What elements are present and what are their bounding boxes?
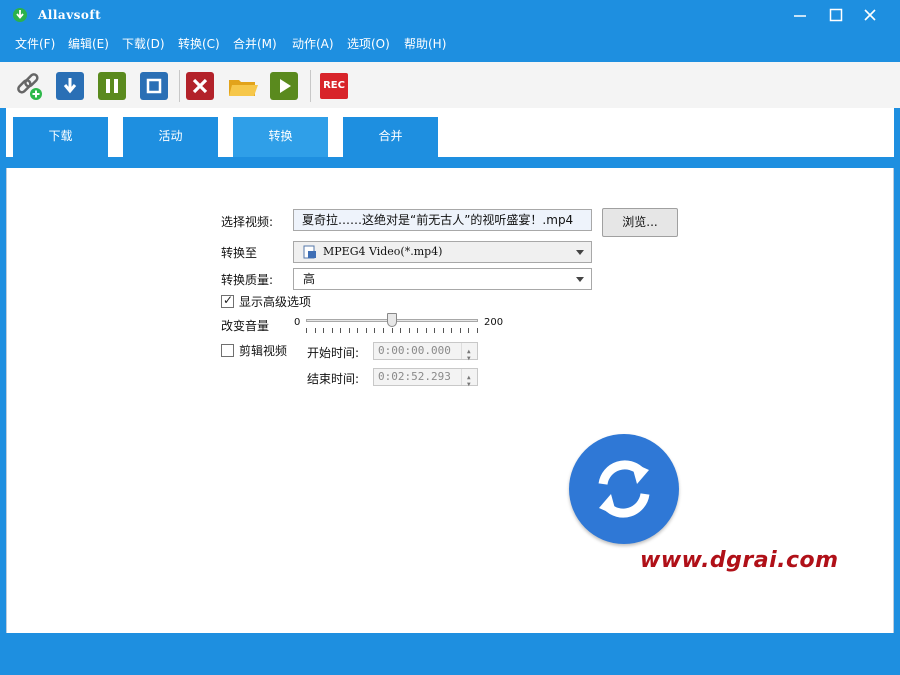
slider-tick — [315, 328, 316, 333]
maximize-button[interactable] — [824, 4, 848, 26]
toolbar-separator — [179, 70, 180, 102]
tab-merge[interactable]: 合并 — [343, 117, 438, 157]
slider-tick — [306, 328, 307, 333]
slider-tick — [357, 328, 358, 333]
record-button[interactable]: REC — [320, 73, 348, 99]
end-time-label: 结束时间: — [307, 372, 360, 386]
download-button[interactable] — [56, 72, 84, 100]
refresh-icon — [598, 460, 650, 518]
stop-button[interactable] — [140, 72, 168, 100]
convert-to-value: MPEG4 Video(*.mp4) — [323, 245, 443, 258]
link-add-icon — [17, 73, 42, 100]
menu-options[interactable]: 选项(O) — [347, 35, 390, 52]
slider-tick — [426, 328, 427, 333]
slider-tick — [409, 328, 410, 333]
pause-button[interactable] — [98, 72, 126, 100]
play-icon — [280, 79, 291, 93]
slider-tick — [392, 328, 393, 333]
chevron-down-icon — [576, 250, 584, 255]
slider-tick — [477, 328, 478, 333]
delete-icon — [192, 78, 208, 94]
menu-file[interactable]: 文件(F) — [15, 35, 55, 52]
add-link-button[interactable] — [14, 72, 42, 100]
pause-icon — [106, 79, 118, 93]
menu-merge[interactable]: 合并(M) — [233, 35, 277, 52]
quality-label: 转换质量: — [221, 273, 274, 287]
slider-tick — [434, 328, 435, 333]
select-video-field[interactable]: 夏奇拉……这绝对是“前无古人”的视听盛宴！.mp4 — [293, 209, 592, 231]
maximize-icon — [829, 8, 843, 22]
spin-buttons[interactable]: ▲ ▼ — [461, 369, 477, 388]
slider-tick — [400, 328, 401, 333]
end-time-input[interactable]: 0:02:52.293 ▲ ▼ — [373, 368, 478, 388]
slider-tick — [366, 328, 367, 333]
slider-ticks — [306, 328, 478, 333]
close-icon — [864, 9, 876, 21]
slider-tick — [383, 328, 384, 333]
delete-button[interactable] — [186, 72, 214, 100]
convert-to-label: 转换至 — [221, 246, 258, 260]
end-time-value: 0:02:52.293 — [378, 370, 451, 383]
menu-action[interactable]: 动作(A) — [292, 35, 334, 52]
app-download-icon — [13, 8, 27, 22]
menu-bar: 文件(F) 编辑(E) 下载(D) 转换(C) 合并(M) 动作(A) 选项(O… — [0, 30, 900, 56]
minimize-icon — [794, 15, 806, 17]
tab-underline — [6, 157, 894, 168]
slider-tick — [340, 328, 341, 333]
quality-select[interactable]: 高 — [293, 268, 592, 290]
window-title: Allavsoft — [38, 8, 102, 22]
slider-tick — [349, 328, 350, 333]
minimize-button[interactable] — [788, 4, 812, 26]
slider-tick — [460, 328, 461, 333]
slider-tick — [451, 328, 452, 333]
play-button[interactable] — [270, 72, 298, 100]
slider-tick — [443, 328, 444, 333]
menu-download[interactable]: 下载(D) — [122, 35, 165, 52]
browse-button[interactable]: 浏览... — [602, 208, 678, 237]
stop-icon — [146, 78, 162, 94]
tab-bar: 下载 活动 转换 合并 — [6, 108, 894, 168]
tab-convert[interactable]: 转换 — [233, 117, 328, 157]
slider-thumb[interactable] — [387, 313, 397, 327]
slider-tick — [332, 328, 333, 333]
menu-help[interactable]: 帮助(H) — [404, 35, 446, 52]
open-folder-button[interactable] — [228, 72, 258, 100]
close-button[interactable] — [858, 4, 882, 26]
video-file-icon — [303, 245, 316, 259]
toolbar-separator — [310, 70, 311, 102]
slider-tick — [323, 328, 324, 333]
menu-edit[interactable]: 编辑(E) — [68, 35, 109, 52]
spin-buttons[interactable]: ▲ ▼ — [461, 343, 477, 362]
trim-video-label: 剪辑视频 — [239, 344, 288, 358]
check-icon: ✓ — [223, 293, 234, 307]
volume-min: 0 — [294, 317, 301, 328]
start-time-value: 0:00:00.000 — [378, 344, 451, 357]
download-icon — [63, 78, 77, 94]
slider-tick — [468, 328, 469, 333]
select-video-label: 选择视频: — [221, 215, 274, 229]
watermark-text: www.dgrai.com — [640, 548, 839, 573]
convert-to-select[interactable]: MPEG4 Video(*.mp4) — [293, 241, 592, 263]
tab-download[interactable]: 下载 — [13, 117, 108, 157]
menu-convert[interactable]: 转换(C) — [178, 35, 220, 52]
start-time-input[interactable]: 0:00:00.000 ▲ ▼ — [373, 342, 478, 362]
title-bar: Allavsoft — [0, 0, 900, 30]
advanced-options-checkbox[interactable]: ✓ — [221, 293, 234, 308]
quality-value: 高 — [303, 272, 316, 286]
slider-tick — [374, 328, 375, 333]
advanced-options-label: 显示高级选项 — [239, 295, 312, 309]
chevron-down-icon — [576, 277, 584, 282]
tab-activity[interactable]: 活动 — [123, 117, 218, 157]
trim-video-checkbox[interactable] — [221, 344, 234, 357]
start-time-label: 开始时间: — [307, 346, 360, 360]
volume-label: 改变音量 — [221, 319, 270, 333]
status-bar — [0, 633, 900, 675]
folder-icon — [229, 80, 258, 96]
convert-start-button[interactable] — [569, 434, 679, 544]
toolbar — [0, 62, 900, 108]
volume-max: 200 — [484, 317, 504, 328]
volume-slider[interactable] — [306, 313, 478, 337]
slider-tick — [417, 328, 418, 333]
